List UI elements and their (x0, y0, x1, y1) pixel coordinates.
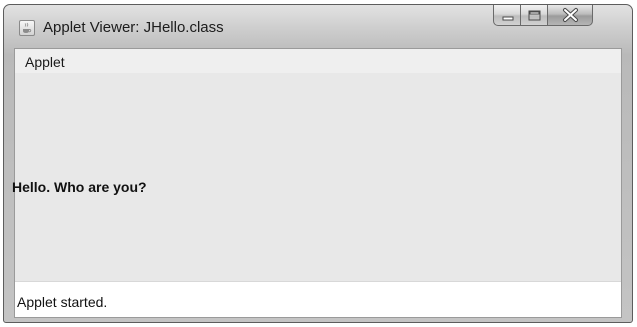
minimize-icon (502, 16, 514, 21)
window-title: Applet Viewer: JHello.class (43, 19, 224, 36)
java-coffee-cup-icon[interactable] (19, 20, 35, 36)
applet-viewer-window: Applet Viewer: JHello.class Applet Hello… (3, 4, 633, 323)
menu-applet[interactable]: Applet (25, 54, 65, 70)
close-icon (563, 8, 578, 22)
title-bar[interactable]: Applet Viewer: JHello.class (4, 5, 632, 47)
client-area: Applet Hello. Who are you? Applet starte… (12, 48, 622, 318)
hello-label: Hello. Who are you? (12, 179, 147, 195)
minimize-button[interactable] (493, 5, 521, 26)
close-button[interactable] (548, 5, 593, 26)
maximize-button[interactable] (521, 5, 548, 26)
menu-bar: Applet (15, 49, 621, 73)
applet-panel: Hello. Who are you? (12, 73, 621, 281)
caption-buttons (493, 5, 622, 26)
status-bar: Applet started. (15, 281, 621, 317)
status-text: Applet started. (17, 294, 108, 310)
maximize-icon (528, 10, 541, 21)
